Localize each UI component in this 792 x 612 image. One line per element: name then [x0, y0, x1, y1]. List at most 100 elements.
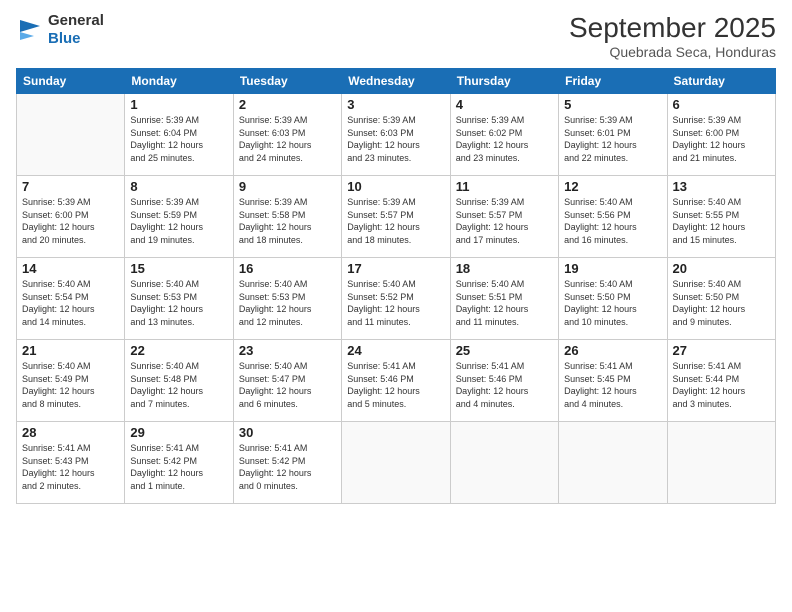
table-row: 22 Sunrise: 5:40 AM Sunset: 5:48 PM Dayli… — [125, 340, 233, 422]
table-row: 6Sunrise: 5:39 AM Sunset: 6:00 PM Daylig… — [667, 94, 775, 176]
day-number: 29 — [130, 425, 227, 440]
table-row: 29Sunrise: 5:41 AM Sunset: 5:42 PM Dayli… — [125, 422, 233, 504]
table-row: 18Sunrise: 5:40 AM Sunset: 5:51 PM Dayli… — [450, 258, 558, 340]
col-thursday: Thursday — [450, 69, 558, 94]
table-row: 11Sunrise: 5:39 AM Sunset: 5:57 PM Dayli… — [450, 176, 558, 258]
day-number: 30 — [239, 425, 336, 440]
day-info: Sunrise: 5:39 AM Sunset: 6:04 PM Dayligh… — [130, 114, 227, 164]
day-number: 10 — [347, 179, 444, 194]
table-row — [342, 422, 450, 504]
table-row: 30Sunrise: 5:41 AM Sunset: 5:42 PM Dayli… — [233, 422, 341, 504]
table-row: 1Sunrise: 5:39 AM Sunset: 6:04 PM Daylig… — [125, 94, 233, 176]
day-info: Sunrise: 5:41 AM Sunset: 5:45 PM Dayligh… — [564, 360, 661, 410]
day-info: Sunrise: 5:40 AM Sunset: 5:49 PM Dayligh… — [22, 360, 119, 410]
day-number: 13 — [673, 179, 770, 194]
table-row: 24 Sunrise: 5:41 AM Sunset: 5:46 PM Dayli… — [342, 340, 450, 422]
day-number: 23 — [239, 343, 336, 358]
calendar-header-row: Sunday Monday Tuesday Wednesday Thursday… — [17, 69, 776, 94]
day-info: Sunrise: 5:39 AM Sunset: 6:00 PM Dayligh… — [22, 196, 119, 246]
col-friday: Friday — [559, 69, 667, 94]
day-number: 22 — [130, 343, 227, 358]
day-info: Sunrise: 5:41 AM Sunset: 5:44 PM Dayligh… — [673, 360, 770, 410]
col-wednesday: Wednesday — [342, 69, 450, 94]
table-row: 13 Sunrise: 5:40 AM Sunset: 5:55 PM Dayli… — [667, 176, 775, 258]
day-number: 24 — [347, 343, 444, 358]
day-number: 3 — [347, 97, 444, 112]
day-number: 20 — [673, 261, 770, 276]
day-info: Sunrise: 5:41 AM Sunset: 5:46 PM Dayligh… — [347, 360, 444, 410]
day-number: 26 — [564, 343, 661, 358]
table-row: 3 Sunrise: 5:39 AM Sunset: 6:03 PM Daylig… — [342, 94, 450, 176]
table-row: 12 Sunrise: 5:40 AM Sunset: 5:56 PM Dayli… — [559, 176, 667, 258]
table-row: 8 Sunrise: 5:39 AM Sunset: 5:59 PM Daylig… — [125, 176, 233, 258]
location: Quebrada Seca, Honduras — [569, 44, 776, 60]
calendar-week-row: 14 Sunrise: 5:40 AM Sunset: 5:54 PM Dayli… — [17, 258, 776, 340]
day-info: Sunrise: 5:40 AM Sunset: 5:53 PM Dayligh… — [239, 278, 336, 328]
col-tuesday: Tuesday — [233, 69, 341, 94]
table-row: 16 Sunrise: 5:40 AM Sunset: 5:53 PM Dayli… — [233, 258, 341, 340]
day-number: 7 — [22, 179, 119, 194]
day-info: Sunrise: 5:40 AM Sunset: 5:55 PM Dayligh… — [673, 196, 770, 246]
day-number: 25 — [456, 343, 553, 358]
day-info: Sunrise: 5:40 AM Sunset: 5:50 PM Dayligh… — [564, 278, 661, 328]
table-row: 17 Sunrise: 5:40 AM Sunset: 5:52 PM Dayli… — [342, 258, 450, 340]
day-info: Sunrise: 5:39 AM Sunset: 6:01 PM Dayligh… — [564, 114, 661, 164]
table-row: 2Sunrise: 5:39 AM Sunset: 6:03 PM Daylig… — [233, 94, 341, 176]
day-number: 28 — [22, 425, 119, 440]
day-info: Sunrise: 5:40 AM Sunset: 5:48 PM Dayligh… — [130, 360, 227, 410]
table-row: 20Sunrise: 5:40 AM Sunset: 5:50 PM Dayli… — [667, 258, 775, 340]
header: General Blue September 2025 Quebrada Sec… — [16, 12, 776, 60]
table-row — [667, 422, 775, 504]
logo-icon — [16, 16, 44, 44]
logo-text: General Blue — [48, 12, 104, 48]
table-row: 19Sunrise: 5:40 AM Sunset: 5:50 PM Dayli… — [559, 258, 667, 340]
calendar-week-row: 1Sunrise: 5:39 AM Sunset: 6:04 PM Daylig… — [17, 94, 776, 176]
table-row: 25 Sunrise: 5:41 AM Sunset: 5:46 PM Dayli… — [450, 340, 558, 422]
day-info: Sunrise: 5:39 AM Sunset: 5:57 PM Dayligh… — [347, 196, 444, 246]
logo: General Blue — [16, 12, 104, 48]
col-monday: Monday — [125, 69, 233, 94]
table-row: 21Sunrise: 5:40 AM Sunset: 5:49 PM Dayli… — [17, 340, 125, 422]
day-info: Sunrise: 5:40 AM Sunset: 5:54 PM Dayligh… — [22, 278, 119, 328]
day-number: 9 — [239, 179, 336, 194]
calendar-week-row: 21Sunrise: 5:40 AM Sunset: 5:49 PM Dayli… — [17, 340, 776, 422]
day-number: 4 — [456, 97, 553, 112]
table-row: 7 Sunrise: 5:39 AM Sunset: 6:00 PM Daylig… — [17, 176, 125, 258]
table-row: 4 Sunrise: 5:39 AM Sunset: 6:02 PM Daylig… — [450, 94, 558, 176]
day-number: 15 — [130, 261, 227, 276]
day-number: 16 — [239, 261, 336, 276]
month-title: September 2025 — [569, 12, 776, 44]
day-number: 6 — [673, 97, 770, 112]
table-row: 15 Sunrise: 5:40 AM Sunset: 5:53 PM Dayli… — [125, 258, 233, 340]
day-number: 14 — [22, 261, 119, 276]
day-number: 11 — [456, 179, 553, 194]
day-info: Sunrise: 5:40 AM Sunset: 5:56 PM Dayligh… — [564, 196, 661, 246]
day-info: Sunrise: 5:39 AM Sunset: 6:02 PM Dayligh… — [456, 114, 553, 164]
day-number: 12 — [564, 179, 661, 194]
page: General Blue September 2025 Quebrada Sec… — [0, 0, 792, 612]
table-row: 5 Sunrise: 5:39 AM Sunset: 6:01 PM Daylig… — [559, 94, 667, 176]
day-number: 27 — [673, 343, 770, 358]
day-info: Sunrise: 5:41 AM Sunset: 5:46 PM Dayligh… — [456, 360, 553, 410]
day-info: Sunrise: 5:40 AM Sunset: 5:53 PM Dayligh… — [130, 278, 227, 328]
day-info: Sunrise: 5:39 AM Sunset: 6:03 PM Dayligh… — [347, 114, 444, 164]
table-row: 28 Sunrise: 5:41 AM Sunset: 5:43 PM Dayli… — [17, 422, 125, 504]
calendar-week-row: 7 Sunrise: 5:39 AM Sunset: 6:00 PM Daylig… — [17, 176, 776, 258]
day-number: 2 — [239, 97, 336, 112]
table-row: 26 Sunrise: 5:41 AM Sunset: 5:45 PM Dayli… — [559, 340, 667, 422]
title-block: September 2025 Quebrada Seca, Honduras — [569, 12, 776, 60]
table-row — [17, 94, 125, 176]
table-row: 14 Sunrise: 5:40 AM Sunset: 5:54 PM Dayli… — [17, 258, 125, 340]
day-info: Sunrise: 5:39 AM Sunset: 5:59 PM Dayligh… — [130, 196, 227, 246]
col-saturday: Saturday — [667, 69, 775, 94]
day-number: 8 — [130, 179, 227, 194]
day-info: Sunrise: 5:41 AM Sunset: 5:43 PM Dayligh… — [22, 442, 119, 492]
calendar-table: Sunday Monday Tuesday Wednesday Thursday… — [16, 68, 776, 504]
table-row: 10 Sunrise: 5:39 AM Sunset: 5:57 PM Dayli… — [342, 176, 450, 258]
day-number: 17 — [347, 261, 444, 276]
day-info: Sunrise: 5:40 AM Sunset: 5:52 PM Dayligh… — [347, 278, 444, 328]
calendar-week-row: 28 Sunrise: 5:41 AM Sunset: 5:43 PM Dayli… — [17, 422, 776, 504]
day-number: 5 — [564, 97, 661, 112]
table-row — [450, 422, 558, 504]
col-sunday: Sunday — [17, 69, 125, 94]
